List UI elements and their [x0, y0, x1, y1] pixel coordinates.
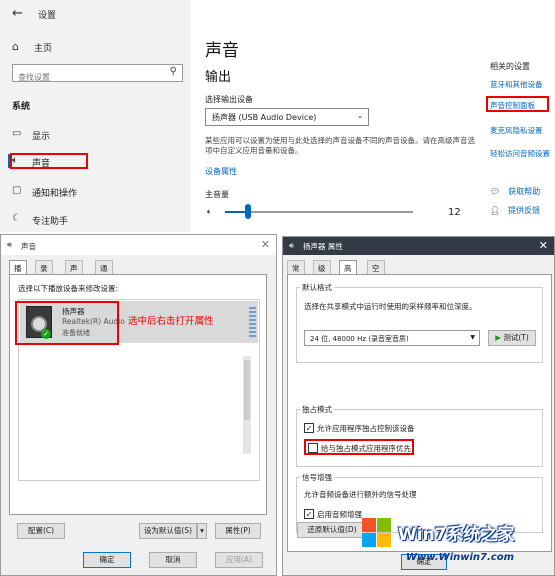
set-default-dropdown-button[interactable]: ▾ — [197, 523, 207, 539]
nav-item-notifications[interactable]: ▢ 通知和操作 — [12, 184, 182, 202]
notification-icon: ▢ — [12, 185, 22, 196]
output-description: 某些应用可以设置为使用与此处选择的声音设备不同的声音设备。请在高级声音选项中自定… — [205, 136, 475, 155]
sound-dialog: 🔊︎ 声音 ✕ 播放 录制 声音 通信 选择以下播放设备来修改设置: ✓ 扬声器… — [0, 234, 277, 576]
search-box[interactable]: ⚲ — [12, 64, 183, 86]
close-icon[interactable]: ✕ — [539, 239, 548, 252]
home-icon: ⌂ — [12, 40, 19, 53]
checkbox-checked[interactable]: ✓ — [304, 423, 314, 433]
windows-logo-icon — [362, 518, 392, 548]
configure-button[interactable]: 配置(C) — [17, 523, 65, 539]
default-format-group — [296, 287, 543, 363]
settings-nav-pane: ← 设置 ⌂ 主页 ⚲ 系统 ▭ 显示 🔈︎ 声音 ▢ 通知和操作 ☾ 专注助手 — [0, 0, 191, 232]
chevron-down-icon: ▼ — [470, 334, 475, 341]
tab-communications[interactable]: 通信 — [95, 260, 113, 284]
checkbox-checked[interactable]: ✓ — [304, 509, 314, 519]
link-microphone-privacy[interactable]: 麦克风隐私设置 — [490, 125, 543, 136]
chevron-down-icon: ⌄ — [357, 112, 363, 120]
chat-bubble-icon: 💬︎ — [490, 187, 501, 196]
related-settings-header: 相关的设置 — [490, 62, 530, 71]
close-icon[interactable]: ✕ — [261, 238, 270, 251]
tab-sounds[interactable]: 声音 — [65, 260, 83, 284]
moon-icon: ☾ — [12, 213, 21, 224]
annotation-right-click-properties: 选中后右击打开属性 — [128, 316, 214, 327]
highlight-box-nav-sound — [10, 153, 88, 169]
volume-slider-track[interactable] — [225, 211, 413, 213]
volume-value: 12 — [448, 207, 461, 218]
speaker-icon: 🔊︎ — [289, 241, 295, 250]
highlight-box-exclusive-priority — [304, 439, 414, 455]
feedback-link[interactable]: 👤︎ 提供反馈 — [490, 205, 540, 216]
advanced-panel: 默认格式 选择在共享模式中运行时使用的采样频率和位深度。 24 位, 48000… — [287, 274, 552, 552]
output-header: 输出 — [205, 70, 232, 85]
get-help-link[interactable]: 💬︎ 获取帮助 — [490, 186, 540, 197]
nav-home[interactable]: 主页 — [34, 41, 52, 54]
window-title: 设置 — [38, 11, 57, 21]
link-ease-of-access-audio[interactable]: 轻松访问音频设置 — [490, 148, 550, 159]
exclusive-mode-group — [296, 409, 543, 467]
watermark: Win7系统之家 Www.Winwin7.com — [362, 516, 555, 576]
nav-item-focus-assist[interactable]: ☾ 专注助手 — [12, 212, 182, 230]
sound-dialog-titlebar: 🔊︎ 声音 ✕ — [1, 235, 276, 255]
nav-item-display[interactable]: ▭ 显示 — [12, 127, 182, 145]
watermark-url: Www.Winwin7.com — [406, 552, 515, 563]
select-device-prompt: 选择以下播放设备来修改设置: — [18, 284, 119, 293]
restore-defaults-button[interactable]: 还原默认值(D) — [297, 522, 367, 538]
test-button[interactable]: ▶ 测试(T) — [488, 330, 536, 346]
exclusive-mode-header: 独占模式 — [300, 404, 334, 415]
sound-dialog-title: 声音 — [21, 242, 36, 251]
search-input[interactable] — [13, 69, 153, 86]
highlight-box-sound-control-panel — [486, 96, 549, 112]
properties-titlebar: 🔊︎ 扬声器 属性 ✕ — [283, 237, 554, 255]
default-format-header: 默认格式 — [300, 282, 334, 293]
tab-spatial-sound[interactable]: 空间音效 — [367, 260, 385, 306]
signal-enhancement-header: 信号增强 — [300, 472, 334, 483]
device-list-scrollbar[interactable] — [243, 356, 251, 454]
search-icon[interactable]: ⚲ — [170, 66, 177, 77]
output-device-dropdown[interactable]: 扬声器 (USB Audio Device) ⌄ — [205, 108, 369, 126]
volume-slider-thumb[interactable] — [245, 204, 251, 219]
default-format-desc: 选择在共享模式中运行时使用的采样频率和位深度。 — [304, 302, 477, 311]
tab-levels[interactable]: 级别 — [313, 260, 331, 284]
properties-button[interactable]: 属性(P) — [215, 523, 261, 539]
play-icon: ▶ — [495, 333, 501, 342]
back-arrow-icon[interactable]: ← — [12, 6, 23, 21]
tab-advanced[interactable]: 高级 — [339, 260, 357, 284]
link-bluetooth-devices[interactable]: 蓝牙和其他设备 — [490, 79, 543, 90]
cancel-button[interactable]: 取消 — [149, 552, 197, 568]
page-title: 声音 — [205, 41, 239, 61]
apply-button[interactable]: 应用(A) — [215, 552, 263, 568]
device-properties-link[interactable]: 设备属性 — [205, 166, 237, 177]
settings-window: ← 设置 ⌂ 主页 ⚲ 系统 ▭ 显示 🔈︎ 声音 ▢ 通知和操作 ☾ 专注助手… — [0, 0, 555, 232]
person-icon: 👤︎ — [490, 206, 501, 215]
ok-button[interactable]: 确定 — [83, 552, 131, 568]
monitor-icon: ▭ — [12, 128, 22, 139]
master-volume-label: 主音量 — [205, 190, 229, 199]
system-section-header: 系统 — [12, 102, 31, 112]
tab-general[interactable]: 常规 — [287, 260, 305, 284]
set-default-button[interactable]: 设为默认值(S) — [139, 523, 197, 539]
tab-recording[interactable]: 录制 — [35, 260, 53, 284]
format-dropdown[interactable]: 24 位, 48000 Hz (录音室音质) ▼ — [304, 330, 480, 346]
speaker-icon: 🔊︎ — [7, 240, 13, 249]
volume-speaker-icon[interactable]: 🔈︎ — [207, 207, 212, 217]
choose-output-label: 选择输出设备 — [205, 95, 253, 104]
signal-enhancement-desc: 允许音频设备进行额外的信号处理 — [304, 490, 417, 499]
watermark-brand: Win7系统之家 — [398, 525, 515, 545]
tab-playback[interactable]: 播放 — [9, 260, 27, 284]
highlight-box-device — [15, 301, 119, 345]
properties-title: 扬声器 属性 — [303, 242, 343, 251]
level-meter — [249, 307, 256, 337]
